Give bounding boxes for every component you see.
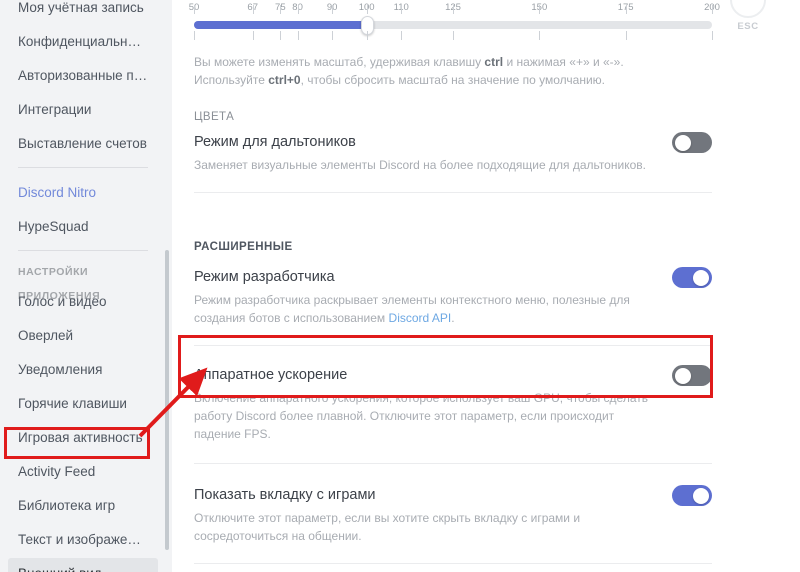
sidebar-item-моя-учётная-запись[interactable]: Моя учётная запись [8,0,158,23]
tick-mark-100 [366,31,368,40]
sidebar-item-конфиденциальность[interactable]: Конфиденциальность [8,26,158,57]
sidebar-item-интеграции[interactable]: Интеграции [8,94,158,125]
row-colorblind-mode: Режим для дальтоников Заменяет визуальны… [194,132,712,174]
sidebar-divider [18,250,148,251]
tick-mark-80 [297,31,299,40]
tick-mark-top-110 [401,5,403,14]
close-icon [730,0,766,18]
zoom-help-key-ctrl0: ctrl+0 [268,73,301,87]
colorblind-mode-label: Режим для дальтоников [194,134,356,150]
sidebar-item-выставление-счетов[interactable]: Выставление счетов [8,128,158,159]
hardware-acceleration-description: Включение аппаратного ускорения, которое… [194,391,648,441]
sidebar-item-уведомления[interactable]: Уведомления [8,354,158,385]
sidebar-item-внешний-вид[interactable]: Внешний вид [8,558,158,572]
tick-mark-90 [332,31,334,40]
sidebar-item-библиотека-игр[interactable]: Библиотека игр [8,490,158,521]
tick-mark-50 [194,31,195,40]
esc-label: ESC [737,21,759,32]
tick-mark-67 [252,31,254,40]
sidebar-divider [18,167,148,168]
show-games-tab-description: Отключите этот параметр, если вы хотите … [194,511,581,543]
hardware-acceleration-label: Аппаратное ускорение [194,367,348,383]
show-games-tab-toggle[interactable] [672,485,712,506]
tick-mark-top-50 [194,5,195,14]
slider-track[interactable] [194,21,712,29]
toggle-knob [675,367,691,384]
colors-section-title: Цвета [194,111,235,123]
sidebar-item-оверлей[interactable]: Оверлей [8,320,158,351]
sidebar-group-header: Настройки приложения [18,266,101,302]
tick-mark-top-175 [625,5,627,14]
tick-mark-125 [453,31,454,40]
toggle-knob [675,134,691,151]
discord-settings-window: Моя учётная запись Конфиденциальность Авто… [0,0,800,572]
hardware-acceleration-toggle[interactable] [672,365,712,386]
tick-mark-top-200 [712,5,713,14]
tick-mark-top-67 [252,5,254,14]
developer-mode-label: Режим разработчика [194,269,335,285]
colorblind-mode-toggle[interactable] [672,132,712,153]
toggle-knob [693,487,709,504]
close-settings-button[interactable]: ESC [730,0,766,32]
advanced-section-title: Расширенные [194,241,293,253]
zoom-help-part1: Вы можете изменять масштаб, удерживая кл… [194,55,485,69]
show-games-tab-label: Показать вкладку с играми [194,487,376,503]
tick-mark-top-125 [453,5,454,14]
tick-mark-200 [712,31,713,40]
developer-mode-toggle[interactable] [672,267,712,288]
slider-fill [194,21,367,29]
tick-mark-110 [401,31,403,40]
colorblind-mode-description: Заменяет визуальные элементы Discord на … [194,158,646,172]
toggle-knob [693,269,709,286]
zoom-level-slider[interactable]: 5067758090100110125150175200 [189,2,720,46]
row-hardware-acceleration: Аппаратное ускорение Включение аппаратно… [194,365,712,443]
sidebar-scrollbar[interactable] [165,250,169,550]
sidebar-item-discord-nitro[interactable]: Discord Nitro [8,177,158,208]
discord-api-link[interactable]: Discord API [389,311,452,325]
tick-mark-top-100 [366,5,368,14]
tick-mark-top-90 [332,5,334,14]
sidebar-item-hypesquad[interactable]: HypeSquad [8,211,158,242]
settings-sidebar[interactable]: Моя учётная запись Конфиденциальность Авто… [0,0,172,572]
developer-mode-desc-part2: . [451,311,455,325]
settings-content: ESC 5067758090100110125150175200 Вы може… [172,0,800,572]
tick-mark-top-80 [297,5,299,14]
sidebar-item-activity-feed[interactable]: Activity Feed [8,456,158,487]
tick-mark-175 [625,31,627,40]
tick-mark-top-75 [280,5,282,14]
sidebar-item-голос-и-видео[interactable]: Голос и видео [8,286,158,317]
tick-mark-75 [280,31,282,40]
zoom-help-part3: , чтобы сбросить масштаб на значение по … [300,73,605,87]
sidebar-item-авторизованные-прил[interactable]: Авторизованные прил... [8,60,158,91]
tick-mark-150 [539,31,541,40]
slider-tick-marks [194,5,713,41]
zoom-help-text: Вы можете изменять масштаб, удерживая кл… [194,53,694,89]
developer-mode-description: Режим разработчика раскрывает элементы к… [194,291,664,327]
row-developer-mode: Режим разработчика Режим разработчика ра… [194,267,712,327]
row-show-games-tab: Показать вкладку с играми Отключите этот… [194,485,712,545]
sidebar-item-текст-и-изображения[interactable]: Текст и изображения [8,524,158,555]
tick-mark-top-150 [539,5,541,14]
sidebar-item-игровая-активность[interactable]: Игровая активность [8,422,158,453]
sidebar-item-горячие-клавиши[interactable]: Горячие клавиши [8,388,158,419]
zoom-help-key-ctrl: ctrl [484,55,504,69]
